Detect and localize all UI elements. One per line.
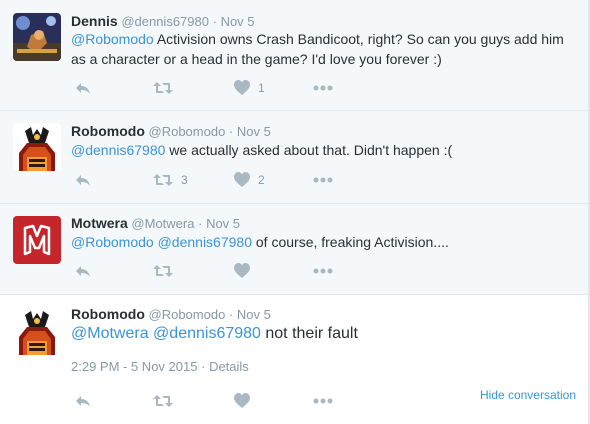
reply-icon [75, 80, 91, 96]
mention-link[interactable]: @dennis67980 [71, 142, 165, 158]
display-name[interactable]: Dennis [71, 13, 118, 29]
mention-link[interactable]: @Motwera [71, 325, 149, 342]
hide-conversation-link[interactable]: Hide conversation [480, 388, 576, 402]
avatar[interactable] [13, 216, 61, 264]
retweet-count: 3 [181, 173, 188, 187]
tweet-motwera[interactable]: Motwera @Motwera · Nov 5 @Robomodo @denn… [0, 204, 588, 295]
more-button[interactable] [313, 392, 333, 410]
tweet-text: @Robomodo Activision owns Crash Bandicoo… [71, 29, 574, 69]
more-icon [313, 263, 333, 279]
tweet-header: Robomodo @Robomodo · Nov 5 [71, 123, 271, 139]
username[interactable]: @Robomodo [149, 307, 226, 322]
username[interactable]: @dennis67980 [121, 14, 209, 29]
tweet-text: @dennis67980 we actually asked about tha… [71, 140, 574, 160]
reply-icon [75, 172, 91, 188]
reply-icon [75, 393, 91, 409]
reply-button[interactable] [75, 262, 91, 280]
tweet-actions: 3 2 [71, 171, 371, 189]
display-name[interactable]: Robomodo [71, 306, 145, 322]
reply-icon [75, 263, 91, 279]
mention-link[interactable]: @dennis67980 [158, 234, 252, 250]
display-name[interactable]: Robomodo [71, 123, 145, 139]
heart-icon [234, 172, 250, 188]
like-button[interactable]: 2 [234, 171, 265, 189]
tweet-date[interactable]: Nov 5 [237, 307, 271, 322]
more-button[interactable] [313, 79, 333, 97]
tweet-actions: 1 [71, 79, 371, 97]
tweet-meta: 2:29 PM - 5 Nov 2015 · Details [71, 359, 249, 374]
avatar[interactable] [13, 307, 61, 355]
mention-link[interactable]: @Robomodo [71, 31, 154, 47]
more-button[interactable] [313, 262, 333, 280]
username[interactable]: @Motwera [131, 216, 194, 231]
separator: · [212, 14, 217, 29]
mention-link[interactable]: @Robomodo [71, 234, 154, 250]
tweet-body: not their fault [260, 325, 358, 342]
separator: · [198, 216, 203, 231]
retweet-icon [153, 393, 173, 409]
heart-icon [234, 263, 250, 279]
tweet-header: Dennis @dennis67980 · Nov 5 [71, 13, 255, 29]
tweet-text: @Motwera @dennis67980 not their fault [71, 323, 574, 345]
tweet-header: Robomodo @Robomodo · Nov 5 [71, 306, 271, 322]
retweet-icon [153, 80, 173, 96]
tweet-actions [71, 392, 371, 410]
tweet-date[interactable]: Nov 5 [221, 14, 255, 29]
separator: · [228, 307, 234, 322]
display-name[interactable]: Motwera [71, 215, 128, 231]
retweet-button[interactable]: 3 [153, 171, 188, 189]
like-button[interactable] [234, 392, 250, 410]
like-count: 2 [258, 173, 265, 187]
reply-button[interactable] [75, 392, 91, 410]
tweet-actions [71, 262, 371, 280]
reply-button[interactable] [75, 79, 91, 97]
tweet-date[interactable]: Nov 5 [206, 216, 240, 231]
more-button[interactable] [313, 171, 333, 189]
retweet-button[interactable] [153, 262, 181, 280]
heart-icon [234, 80, 250, 96]
tweet-body: we actually asked about that. Didn't hap… [165, 142, 453, 158]
tweet-timestamp: 2:29 PM - 5 Nov 2015 [71, 359, 198, 374]
retweet-button[interactable] [153, 79, 181, 97]
retweet-icon [153, 263, 173, 279]
more-icon [313, 172, 333, 188]
separator: · [228, 124, 234, 139]
tweet-robomodo-expanded[interactable]: Robomodo @Robomodo · Nov 5 @Motwera @den… [0, 295, 588, 424]
tweet-robomodo-1[interactable]: Robomodo @Robomodo · Nov 5 @dennis67980 … [0, 111, 588, 204]
separator: · [201, 359, 206, 374]
more-icon [313, 80, 333, 96]
mention-link[interactable]: @dennis67980 [153, 325, 261, 342]
avatar[interactable] [13, 123, 61, 171]
like-button[interactable]: 1 [234, 79, 265, 97]
tweet-header: Motwera @Motwera · Nov 5 [71, 215, 240, 231]
more-icon [313, 393, 333, 409]
reply-button[interactable] [75, 171, 91, 189]
like-button[interactable] [234, 262, 258, 280]
avatar[interactable] [13, 13, 61, 61]
details-link[interactable]: Details [209, 359, 249, 374]
retweet-icon [153, 172, 173, 188]
like-count: 1 [258, 81, 265, 95]
tweet-text: @Robomodo @dennis67980 of course, freaki… [71, 232, 574, 252]
retweet-button[interactable] [153, 392, 173, 410]
heart-icon [234, 393, 250, 409]
tweet-body: of course, freaking Activision.... [252, 234, 449, 250]
tweet-dennis[interactable]: Dennis @dennis67980 · Nov 5 @Robomodo Ac… [0, 0, 588, 111]
username[interactable]: @Robomodo [149, 124, 226, 139]
tweet-date[interactable]: Nov 5 [237, 124, 271, 139]
